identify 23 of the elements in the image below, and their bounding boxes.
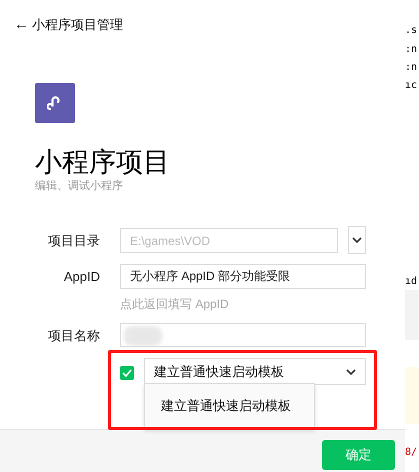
chevron-icon: [346, 368, 356, 374]
project-subtitle: 编辑、调试小程序: [35, 179, 123, 193]
appid-field[interactable]: 无小程序 AppID 部分功能受限: [120, 264, 366, 289]
field-label: 项目名称: [47, 328, 100, 344]
template-select[interactable]: 建立普通快速启动模板: [144, 358, 366, 385]
field-label: AppID: [62, 269, 100, 285]
menu-item[interactable]: 建立普通快速启动模板: [145, 390, 314, 422]
directory-field[interactable]: E:\games\VOD: [120, 228, 338, 253]
back-icon[interactable]: ←: [14, 16, 29, 34]
code-fragment: .s: [405, 24, 418, 38]
name-field[interactable]: [120, 323, 366, 347]
code-fragment: 8/: [405, 446, 418, 460]
template-checkbox[interactable]: [120, 366, 134, 380]
chevron-icon: [352, 237, 362, 243]
code-fragment: :n: [405, 43, 418, 57]
dropdown-button[interactable]: [348, 226, 366, 254]
field-label: 项目目录: [47, 233, 100, 249]
page-title: 小程序项目管理: [32, 16, 123, 34]
app-logo-icon: [35, 83, 75, 123]
code-fragment: ıd: [405, 275, 418, 289]
code-fragment: ıc: [405, 79, 418, 93]
code-fragment: :n: [405, 61, 418, 75]
project-title: 小程序项目: [35, 146, 170, 179]
